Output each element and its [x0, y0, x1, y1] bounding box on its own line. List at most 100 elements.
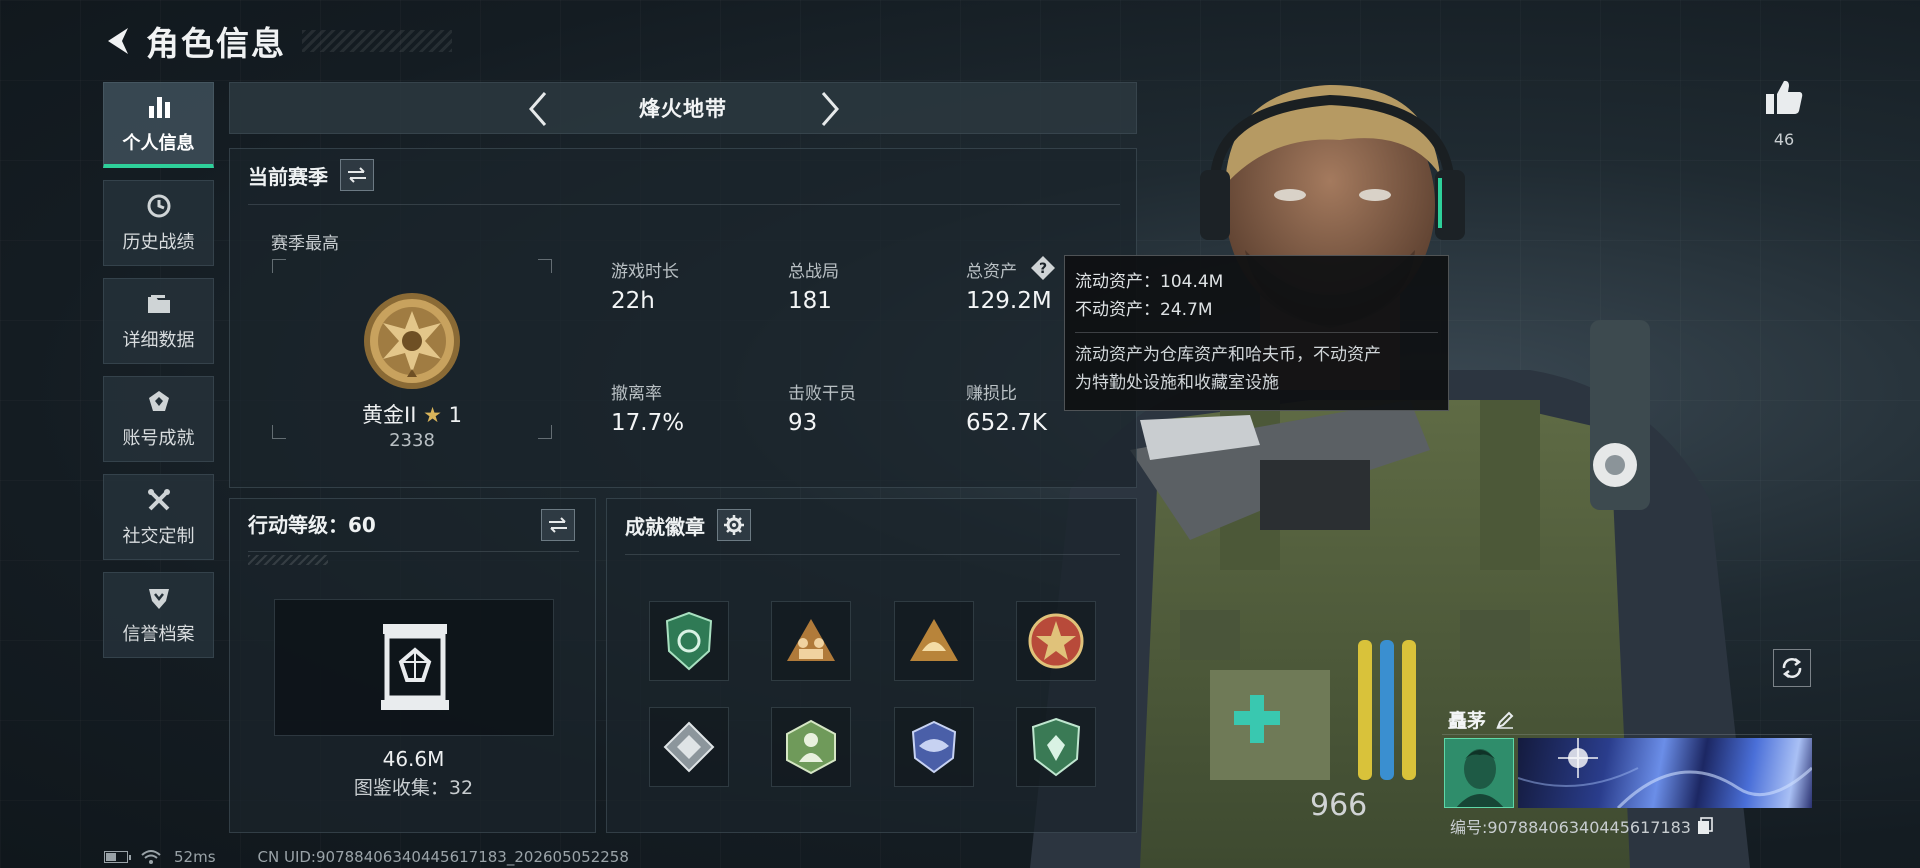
- badge-slot-7[interactable]: [894, 707, 974, 787]
- sidebar-item-label: 个人信息: [122, 132, 195, 154]
- rank-stars: 1: [448, 403, 462, 427]
- swap-icon: [549, 517, 567, 533]
- player-name: 矗茅: [1448, 710, 1487, 732]
- tooltip-liquid-assets: 流动资产：104.4M: [1075, 272, 1224, 292]
- player-name-divider: [1442, 734, 1812, 735]
- gold-rank-badge-icon: [364, 293, 460, 389]
- stat-value: 22h: [611, 288, 655, 314]
- tooltip-divider: [1075, 332, 1438, 333]
- rotate-character-button[interactable]: [1773, 649, 1811, 687]
- soldier-hex-badge-icon: [786, 719, 836, 775]
- avatar[interactable]: [1444, 738, 1514, 808]
- history-icon: [145, 192, 173, 220]
- copy-icon[interactable]: [1697, 817, 1713, 835]
- back-arrow-icon[interactable]: [100, 24, 134, 58]
- svg-text:?: ?: [1039, 261, 1047, 277]
- achievement-badges-panel: 成就徽章: [606, 498, 1137, 833]
- sidebar-item-label: 信誉档案: [122, 624, 195, 645]
- stat-label: 击败干员: [788, 384, 856, 404]
- rank-name: 黄金II: [362, 403, 417, 427]
- asset-tooltip: 流动资产：104.4M 不动资产：24.7M 流动资产为仓库资产和哈夫币，不动资…: [1064, 255, 1449, 411]
- edit-pencil-icon[interactable]: [1496, 711, 1514, 729]
- badge-slot-2[interactable]: [771, 601, 851, 681]
- uid-text: CN UID:90788406340445617183_202605052258: [257, 848, 629, 866]
- swap-icon: [348, 167, 366, 183]
- badge-slot-8[interactable]: [1016, 707, 1096, 787]
- sidebar-item-label: 账号成就: [122, 428, 195, 449]
- sidebar-item-label: 历史战绩: [122, 232, 195, 253]
- season-title: 当前赛季: [248, 164, 328, 189]
- sidebar-item-personal-info[interactable]: 个人信息: [103, 82, 214, 168]
- green-emblem-badge-icon: [1031, 717, 1081, 777]
- mode-prev-chevron-icon[interactable]: [520, 91, 556, 127]
- sidebar-item-history[interactable]: 历史战绩: [103, 180, 214, 266]
- sidebar-item-label: 详细数据: [122, 330, 195, 351]
- reputation-icon: [145, 584, 173, 612]
- stat-play-time: 游戏时长 22h: [611, 257, 679, 314]
- collection-case-icon: [381, 624, 449, 710]
- level-decoration: [248, 555, 328, 565]
- switch-season-button[interactable]: [340, 159, 374, 191]
- sidebar-item-social-custom[interactable]: 社交定制: [103, 474, 214, 560]
- sidebar: 个人信息 历史战绩 详细数据 账号成就 社交定制 信誉档案: [103, 82, 214, 670]
- stat-value: 129.2M: [966, 288, 1052, 314]
- help-icon[interactable]: ?: [1030, 255, 1056, 281]
- thumbs-up-icon: [1766, 80, 1803, 114]
- stat-extraction-rate: 撤离率 17.7%: [611, 379, 684, 436]
- stat-label: 总战局: [788, 262, 839, 282]
- action-level-panel: 行动等级：60 46.6M 图鉴收集：32: [229, 498, 596, 833]
- achievement-icon: [145, 388, 173, 416]
- collection-value: 46.6M: [382, 747, 445, 771]
- badge-slot-6[interactable]: [771, 707, 851, 787]
- bar-chart-icon: [145, 93, 173, 121]
- rank-score: 2338: [389, 430, 435, 451]
- action-level-title: 行动等级：60: [248, 513, 376, 537]
- green-shield-badge-icon: [665, 611, 713, 671]
- like-button[interactable]: 46: [1762, 78, 1806, 149]
- badge-slot-3[interactable]: [894, 601, 974, 681]
- badge-slot-1[interactable]: [649, 601, 729, 681]
- badges-title: 成就徽章: [625, 514, 705, 539]
- gear-icon: [724, 515, 744, 535]
- player-banner[interactable]: [1518, 738, 1812, 808]
- tooltip-description-line: 流动资产为仓库资产和哈夫币，不动资产: [1075, 345, 1381, 365]
- sidebar-item-label: 社交定制: [122, 526, 195, 547]
- stat-value: 181: [788, 288, 832, 314]
- tooltip-fixed-assets: 不动资产：24.7M: [1075, 300, 1213, 320]
- sidebar-item-detailed-data[interactable]: 详细数据: [103, 278, 214, 364]
- badge-slot-5[interactable]: [649, 707, 729, 787]
- mode-next-chevron-icon[interactable]: [812, 91, 848, 127]
- status-bar: 52ms CN UID:90788406340445617183_2026050…: [104, 848, 629, 866]
- sidebar-item-achievements[interactable]: 账号成就: [103, 376, 214, 462]
- stat-value: 17.7%: [611, 410, 685, 436]
- stat-total-matches: 总战局 181: [788, 257, 839, 314]
- collection-count: 图鉴收集：32: [353, 777, 474, 799]
- badge-slot-4[interactable]: [1016, 601, 1096, 681]
- badge-settings-button[interactable]: [717, 509, 751, 541]
- rank-frame: 黄金II ★ 1 2338: [272, 259, 552, 451]
- tools-icon: [145, 486, 173, 514]
- season-divider: [248, 204, 1120, 205]
- collection-display[interactable]: [274, 599, 554, 736]
- refresh-icon: [1782, 658, 1802, 678]
- switch-level-button[interactable]: [541, 509, 575, 541]
- stat-label: 撤离率: [611, 384, 662, 404]
- stat-value: 652.7K: [966, 410, 1047, 436]
- rank-name-row: 黄金II ★ 1: [272, 399, 552, 429]
- badges-divider: [625, 554, 1120, 555]
- like-count: 46: [1773, 130, 1795, 149]
- star-icon: ★: [423, 403, 442, 427]
- svg-text:966: 966: [1310, 788, 1367, 823]
- helmet-triangle-badge-icon: [910, 619, 958, 661]
- folder-icon: [145, 290, 173, 318]
- season-best-label: 赛季最高: [271, 234, 339, 254]
- stat-value: 93: [788, 410, 818, 436]
- ping-value: 52ms: [174, 848, 216, 866]
- sidebar-item-reputation[interactable]: 信誉档案: [103, 572, 214, 658]
- page-header: 角色信息: [100, 18, 452, 64]
- player-id: 编号:907884063404456171​83: [1450, 818, 1691, 837]
- level-divider: [248, 551, 579, 552]
- wifi-icon: [141, 850, 161, 864]
- mode-title: 烽火地带: [639, 97, 727, 121]
- stat-label: 赚损比: [966, 384, 1017, 404]
